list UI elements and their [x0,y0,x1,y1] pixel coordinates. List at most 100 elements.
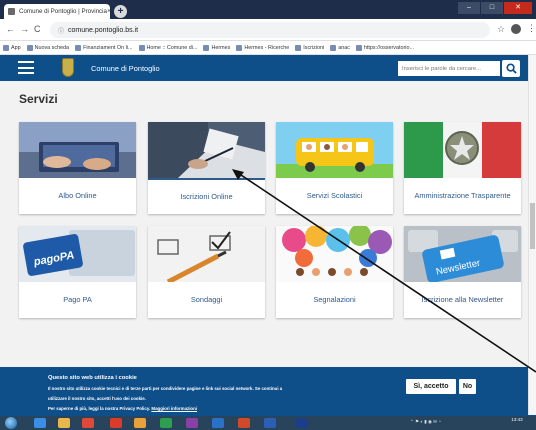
bookmark-label: Nuova scheda [34,44,70,51]
pagopa-card-image: pagoPA [19,226,136,282]
card-label: Albo Online [58,191,97,200]
bookmark-icon [236,44,243,51]
bookmark-label: Finanziament On li... [83,44,133,51]
bookmark-item[interactable]: Iscrizioni [295,44,325,51]
bookmark-item[interactable]: Home :: Comune di... [138,44,197,51]
search-icon [505,63,517,74]
bookmark-icon [3,44,9,51]
bookmark-label: anac [338,44,350,51]
page-scrollbar[interactable] [528,55,536,415]
clock-time: 13:43 [511,417,523,422]
service-card-segnalazioni[interactable]: Segnalazioni [276,226,393,318]
card-label: Amministrazione Trasparente [414,191,511,200]
back-icon[interactable]: ← [6,24,15,34]
bookmark-icon [295,44,302,51]
bookmark-icon [75,44,82,51]
municipal-crest-icon[interactable] [62,58,74,77]
service-card-newsletter[interactable]: Newsletter Iscrizione alla Newsletter [404,226,521,318]
cookie-text-line-1: Il nostro sito utilizza cookie tecnici e… [48,386,283,391]
bookmarks-bar: App Nuova scheda Finanziament On li... Home… [0,41,536,55]
service-card-albo-online[interactable]: Albo Online [19,122,136,214]
browser-icon[interactable] [34,418,46,428]
school-bus-image [276,122,393,178]
address-toolbar: ← → C ⓘ comune.pontoglio.bs.it ☆ ⋮ [0,19,536,41]
bookmark-label: App [11,44,21,51]
bookmark-item[interactable]: Hermes - Ricerche [236,44,289,51]
service-card-iscrizioni-online[interactable]: Iscrizioni Online [148,122,265,214]
bookmark-label: Iscrizioni [303,44,325,51]
bookmark-item[interactable]: anac [330,44,350,51]
browser-menu-icon[interactable]: ⋮ [527,23,536,34]
card-label: Segnalazioni [313,295,356,304]
card-label: Iscrizioni Online [148,178,265,214]
forward-icon[interactable]: → [20,24,29,34]
bookmark-icon [138,44,145,51]
excel-icon[interactable] [160,418,172,428]
pdf-icon[interactable] [110,418,122,428]
outlook-icon[interactable] [212,418,224,428]
card-label: Iscrizione alla Newsletter [421,295,504,304]
bookmark-item[interactable]: Nuova scheda [26,44,70,51]
bookmark-label: https://osservatorio... [363,44,414,51]
scrollbar-thumb[interactable] [530,203,535,249]
card-label: Pago PA [63,295,92,304]
minimize-icon[interactable]: – [458,2,480,14]
bookmark-item[interactable]: Hermes [203,44,231,51]
service-card-sondaggi[interactable]: Sondaggi [148,226,265,318]
bookmark-item[interactable]: https://osservatorio... [355,44,414,51]
info-icon[interactable]: ⓘ [58,26,64,35]
url-bar[interactable]: ⓘ comune.pontoglio.bs.it [50,22,490,38]
chrome-icon[interactable] [82,418,94,428]
browser-tab[interactable]: Comune di Pontoglio | Provincia × [4,4,110,19]
newsletter-key-image: Newsletter [404,226,521,282]
profile-avatar-icon[interactable] [511,24,521,34]
decline-cookies-button[interactable]: No [459,379,476,394]
business-pen-image [148,122,265,178]
search-input[interactable] [398,61,500,76]
media-icon[interactable] [134,418,146,428]
site-header: Comune di Pontoglio [0,55,536,81]
new-tab-button[interactable]: + [114,5,127,18]
site-favicon-icon [8,8,15,15]
service-card-servizi-scolastici[interactable]: Servizi Scolastici [276,122,393,214]
window-controls: – □ ✕ [458,2,532,14]
bookmark-icon [26,44,33,51]
service-card-amministrazione-trasparente[interactable]: Amministrazione Trasparente [404,122,521,214]
powerpoint-icon[interactable] [238,418,250,428]
cookie-text-line-2: utilizzare il nostro sito, accetti l'uso… [48,396,146,401]
accept-cookies-button[interactable]: Sì, accetto [406,379,456,394]
bookmark-star-icon[interactable]: ☆ [497,24,505,35]
hamburger-menu-icon[interactable] [18,61,34,74]
cookie-title: Questo sito web utilizza i cookie [48,375,137,381]
card-label: Sondaggi [190,295,223,304]
taskbar-clock[interactable]: 13:43 [500,417,534,422]
card-label: Servizi Scolastici [306,191,363,200]
url-text: comune.pontoglio.bs.it [68,26,139,34]
system-tray[interactable]: ⌃ ⚑ ◐ ▮ ◉ ✉ ◔ [410,419,441,425]
page-title: Servizi [19,92,58,106]
bookmark-icon [330,44,337,51]
word-icon[interactable] [264,418,276,428]
bookmark-icon [203,44,210,51]
bookmark-item[interactable]: Finanziament On li... [75,44,133,51]
bookmark-icon [355,44,362,51]
bookmark-item[interactable]: App [3,44,21,51]
more-info-link[interactable]: Maggiori informazioni [151,406,197,411]
italian-emblem-image [404,122,521,178]
maximize-icon[interactable]: □ [481,2,503,14]
app-icon[interactable] [296,418,308,428]
site-name[interactable]: Comune di Pontoglio [91,64,160,73]
start-button-icon[interactable] [5,417,17,429]
service-card-pago-pa[interactable]: pagoPA Pago PA [19,226,136,318]
folder-icon[interactable] [58,418,70,428]
tab-title: Comune di Pontoglio | Provincia [19,8,107,15]
reload-icon[interactable]: C [34,24,41,34]
window-close-icon[interactable]: ✕ [504,2,532,14]
bookmark-label: Hermes [211,44,231,51]
search-button[interactable] [502,60,520,77]
colorful-balloons-image [276,226,393,282]
tab-close-icon[interactable]: × [107,8,110,15]
onenote-icon[interactable] [186,418,198,428]
cookie-text-line-3: Per saperne di più, leggi la nostra Priv… [48,406,197,411]
browser-tab-bar: Comune di Pontoglio | Provincia × + – □ … [0,0,536,19]
